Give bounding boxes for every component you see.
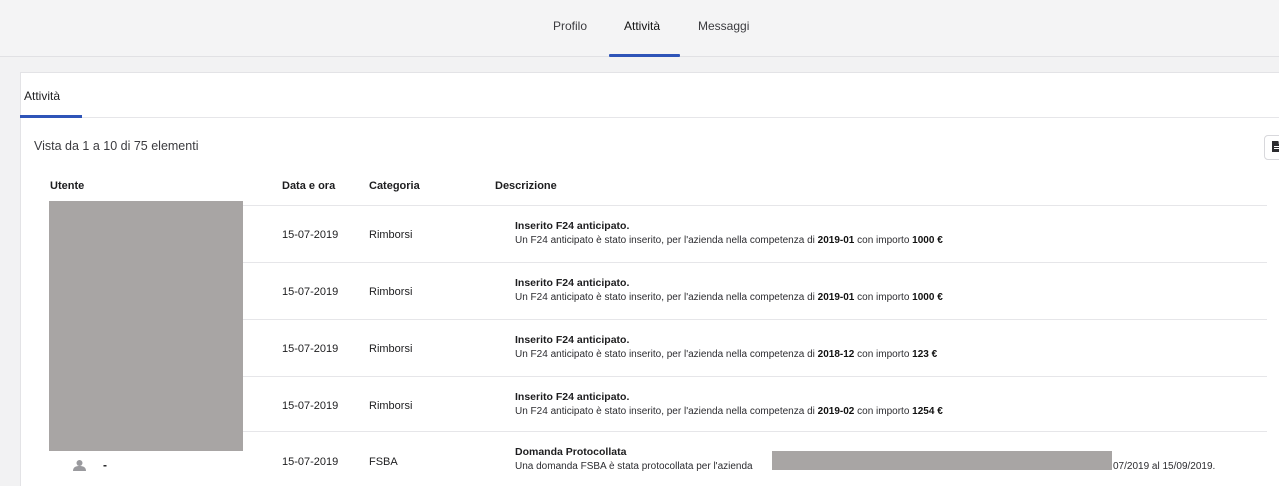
column-header-categoria[interactable]: Categoria [369, 180, 420, 192]
row-description-title: Domanda Protocollata [515, 446, 627, 458]
row-date: 15-07-2019 [282, 286, 339, 298]
row-category: Rimborsi [369, 229, 413, 241]
row-description-body: Un F24 anticipato è stato inserito, per … [515, 235, 943, 246]
row-description-body: Un F24 anticipato è stato inserito, per … [515, 406, 943, 417]
card-tab-attivita[interactable]: Attività [24, 89, 60, 103]
tab-messaggi[interactable]: Messaggi [698, 19, 749, 33]
row-category: FSBA [369, 456, 398, 468]
row-date: 15-07-2019 [282, 229, 339, 241]
export-button[interactable] [1264, 135, 1279, 160]
row-description-body: Un F24 anticipato è stato inserito, per … [515, 292, 943, 303]
row-description-title: Inserito F24 anticipato. [515, 220, 630, 232]
pagination-summary: Vista da 1 a 10 di 75 elementi [34, 139, 199, 153]
row-description-suffix: 07/2019 al 15/09/2019. [1113, 461, 1216, 472]
redacted-company-name [772, 451, 1112, 470]
card-tab-divider [20, 117, 1279, 118]
row-category: Rimborsi [369, 343, 413, 355]
row-description-body: Un F24 anticipato è stato inserito, per … [515, 349, 938, 360]
column-header-utente[interactable]: Utente [50, 180, 84, 192]
row-user: - [103, 458, 107, 472]
row-description-title: Inserito F24 anticipato. [515, 277, 630, 289]
row-date: 15-07-2019 [282, 343, 339, 355]
row-date: 15-07-2019 [282, 400, 339, 412]
active-tab-indicator [609, 54, 680, 57]
column-header-descrizione[interactable]: Descrizione [495, 180, 557, 192]
column-header-data-ora[interactable]: Data e ora [282, 180, 335, 192]
tab-attivita[interactable]: Attività [624, 19, 660, 33]
row-description-title: Inserito F24 anticipato. [515, 391, 630, 403]
redacted-user-column [49, 201, 243, 451]
row-description-body: Una domanda FSBA è stata protocollata pe… [515, 461, 753, 472]
card-tab-indicator [20, 115, 82, 118]
tab-profilo[interactable]: Profilo [553, 19, 587, 33]
row-date: 15-07-2019 [282, 456, 339, 468]
top-tabs: Profilo Attività Messaggi [0, 0, 1279, 57]
top-navigation-bar: Profilo Attività Messaggi [0, 0, 1279, 57]
user-icon [73, 458, 86, 476]
row-description-title: Inserito F24 anticipato. [515, 334, 630, 346]
row-category: Rimborsi [369, 400, 413, 412]
document-icon [1272, 139, 1279, 157]
row-category: Rimborsi [369, 286, 413, 298]
